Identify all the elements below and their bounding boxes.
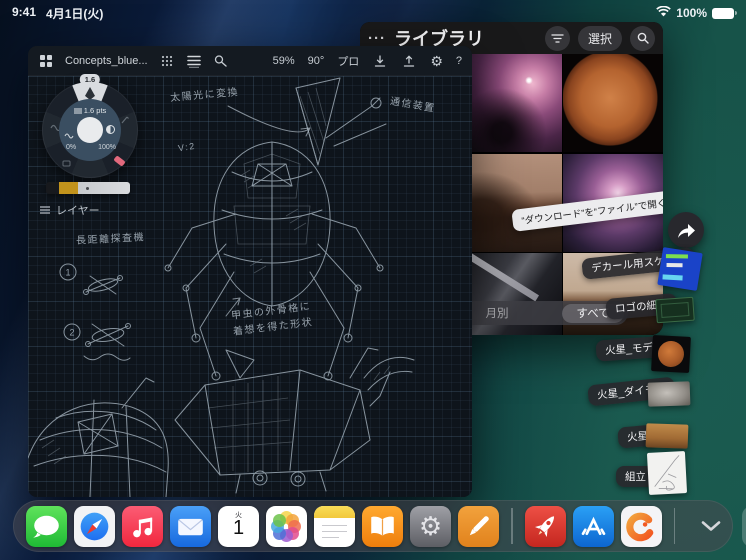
status-bar: 9:41 4月1日(火) 100% [0, 4, 746, 22]
dock-divider [511, 508, 513, 544]
swatch-black[interactable] [46, 182, 59, 194]
import-icon[interactable] [372, 53, 388, 69]
drag-thumb-decal[interactable] [657, 247, 703, 291]
app-music[interactable] [122, 505, 163, 547]
app-books[interactable] [362, 505, 403, 547]
size-badge: 1.6 [79, 74, 101, 85]
filter-button[interactable] [544, 25, 570, 51]
photo-thumbnail-desert[interactable] [461, 153, 562, 252]
wifi-icon [656, 5, 672, 20]
grid-dots-icon[interactable] [159, 53, 175, 69]
drag-thumb-mars-model[interactable] [651, 335, 691, 373]
stroke-size-value: 1.6 pts [83, 106, 107, 115]
dock: 火 1 ⚙ [13, 500, 746, 552]
opacity-min: 0% [66, 144, 77, 151]
app-safari[interactable] [74, 505, 115, 547]
dock-divider [673, 508, 675, 544]
date: 4月1日(火) [46, 6, 104, 21]
drag-thumb-logo[interactable] [655, 296, 695, 324]
photos-flower-icon [266, 506, 307, 547]
layers-menu-icon[interactable] [186, 53, 202, 69]
app-photos[interactable] [266, 505, 307, 547]
sketch-number-1: 1 [65, 268, 70, 278]
swatch-gray-slider[interactable] [78, 182, 130, 194]
app-concepts[interactable] [620, 505, 662, 547]
document-title[interactable]: Concepts_blue... [65, 55, 148, 67]
lasso-pen-icon[interactable] [213, 53, 229, 69]
opacity-max: 100% [98, 144, 116, 151]
clock: 9:41 [12, 4, 37, 19]
dock-collapse-button[interactable] [696, 511, 726, 541]
chevron-down-icon [701, 521, 721, 531]
drag-thumb-mars[interactable] [645, 423, 689, 449]
filter-lines-icon [551, 33, 564, 43]
app-app-store[interactable] [572, 505, 614, 547]
share-button[interactable] [668, 212, 704, 248]
color-well[interactable] [77, 117, 103, 143]
pro-button[interactable]: プロ [337, 53, 359, 69]
opacity-icon [106, 125, 115, 134]
app-messages[interactable] [26, 505, 67, 547]
library-segmented-control: 月別 すべて [458, 301, 628, 325]
app-settings[interactable]: ⚙ [410, 505, 451, 547]
help-button[interactable]: ? [456, 55, 462, 67]
app-rocket[interactable] [524, 505, 566, 547]
search-icon [637, 32, 649, 44]
app-pen[interactable] [458, 505, 499, 547]
layers-label: レイヤー [56, 205, 100, 217]
select-button[interactable]: 選択 [577, 25, 622, 51]
app-mail[interactable] [170, 505, 211, 547]
zoom-level[interactable]: 59% [273, 55, 295, 67]
marker-tool-icon[interactable] [120, 112, 130, 130]
tool-wheel[interactable]: 1.6 pts 0% 100% 1.6 [42, 74, 138, 178]
gallery-icon[interactable] [38, 53, 54, 69]
concepts-window: Concepts_blue... 59% 90° プロ ⚙ ? 1 2 太陽光に… [28, 46, 472, 497]
smoothing-icon [64, 126, 74, 144]
rotation-value[interactable]: 90° [308, 55, 325, 67]
drag-thumb-deimos[interactable] [647, 381, 691, 407]
layers-panel-header[interactable]: レイヤー [40, 202, 100, 218]
share-forward-icon [678, 223, 695, 238]
color-swatch-bar[interactable] [46, 182, 130, 194]
app-library-folder[interactable]: ★ [742, 505, 746, 547]
settings-gear-icon[interactable]: ⚙ [430, 54, 443, 68]
more-options-button[interactable]: ··· [368, 30, 386, 47]
layers-list-icon [40, 206, 50, 214]
app-calendar[interactable]: 火 1 [218, 505, 259, 547]
photo-thumbnail-nebula[interactable] [461, 54, 562, 152]
drag-thumb-assembly[interactable] [646, 451, 688, 495]
app-notes[interactable] [314, 505, 355, 547]
battery-icon [712, 7, 737, 19]
concepts-toolbar: Concepts_blue... 59% 90° プロ ⚙ ? [28, 46, 472, 76]
screen: 9:41 4月1日(火) 100% ··· ライブラリ 選択 “ダウンロード”を… [0, 0, 746, 560]
export-icon[interactable] [401, 53, 417, 69]
swatch-gold[interactable] [59, 182, 78, 194]
settings-gear-glyph: ⚙ [418, 511, 443, 541]
fill-tool-icon[interactable] [62, 154, 72, 172]
battery-percent: 100% [676, 6, 707, 20]
sketch-number-2: 2 [69, 328, 74, 338]
search-button[interactable] [630, 25, 655, 51]
photo-thumbnail-mars-planet[interactable] [563, 54, 663, 152]
calendar-day: 1 [232, 516, 245, 539]
notes-top-strip [314, 505, 355, 518]
tool-wheel-inner[interactable]: 1.6 pts 0% 100% [59, 99, 121, 161]
